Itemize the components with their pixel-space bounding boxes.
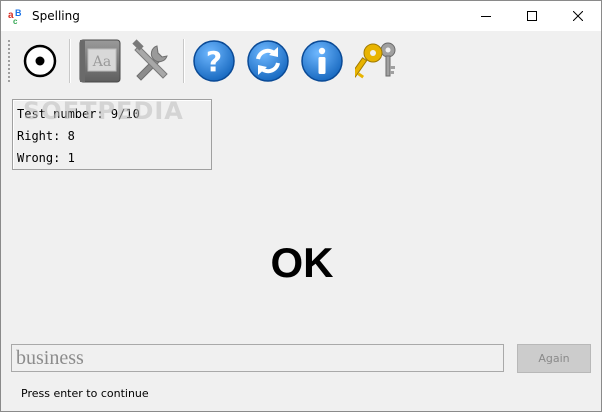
tools-button[interactable] <box>127 36 177 86</box>
tools-settings-icon <box>132 39 168 81</box>
result-message: OK <box>270 239 334 286</box>
answer-input[interactable] <box>11 344 504 372</box>
right-count-label: Right: 8 <box>17 129 75 143</box>
svg-text:Aa: Aa <box>92 54 111 70</box>
window-title: Spelling <box>32 9 80 23</box>
maximize-button[interactable] <box>509 1 555 31</box>
register-keys-button[interactable] <box>353 36 403 86</box>
info-icon <box>301 40 343 82</box>
stop-circle-icon <box>23 44 57 78</box>
wrong-count-label: Wrong: 1 <box>17 151 75 165</box>
toolbar-separator <box>69 39 71 83</box>
test-number-label: Test number: 9/10 <box>17 107 140 121</box>
again-button[interactable]: Again <box>517 344 591 373</box>
title-bar[interactable]: a B c Spelling <box>1 1 601 31</box>
refresh-button[interactable] <box>243 36 293 86</box>
minimize-icon <box>481 16 491 17</box>
toolbar-grip[interactable] <box>7 39 11 83</box>
minimize-button[interactable] <box>463 1 509 31</box>
svg-text:?: ? <box>206 45 222 78</box>
app-window: a B c Spelling Aa ? Test number: 9/10 Ri… <box>0 0 602 412</box>
close-button[interactable] <box>555 1 601 31</box>
toolbar: Aa ? <box>1 31 601 89</box>
close-icon <box>573 11 583 21</box>
help-question-icon: ? <box>193 40 235 82</box>
dictionary-button[interactable]: Aa <box>75 36 125 86</box>
toolbar-separator <box>183 39 185 83</box>
test-stats-panel: Test number: 9/10 Right: 8 Wrong: 1 <box>12 99 212 170</box>
app-logo-icon: a B c <box>8 8 22 24</box>
help-button[interactable]: ? <box>189 36 239 86</box>
svg-text:c: c <box>13 17 18 24</box>
keys-icon <box>355 42 396 79</box>
info-button[interactable] <box>297 36 347 86</box>
maximize-icon <box>527 11 537 21</box>
dictionary-book-icon: Aa <box>79 39 121 83</box>
stop-button[interactable] <box>15 36 65 86</box>
refresh-icon <box>247 40 289 82</box>
status-message: Press enter to continue <box>21 387 149 400</box>
